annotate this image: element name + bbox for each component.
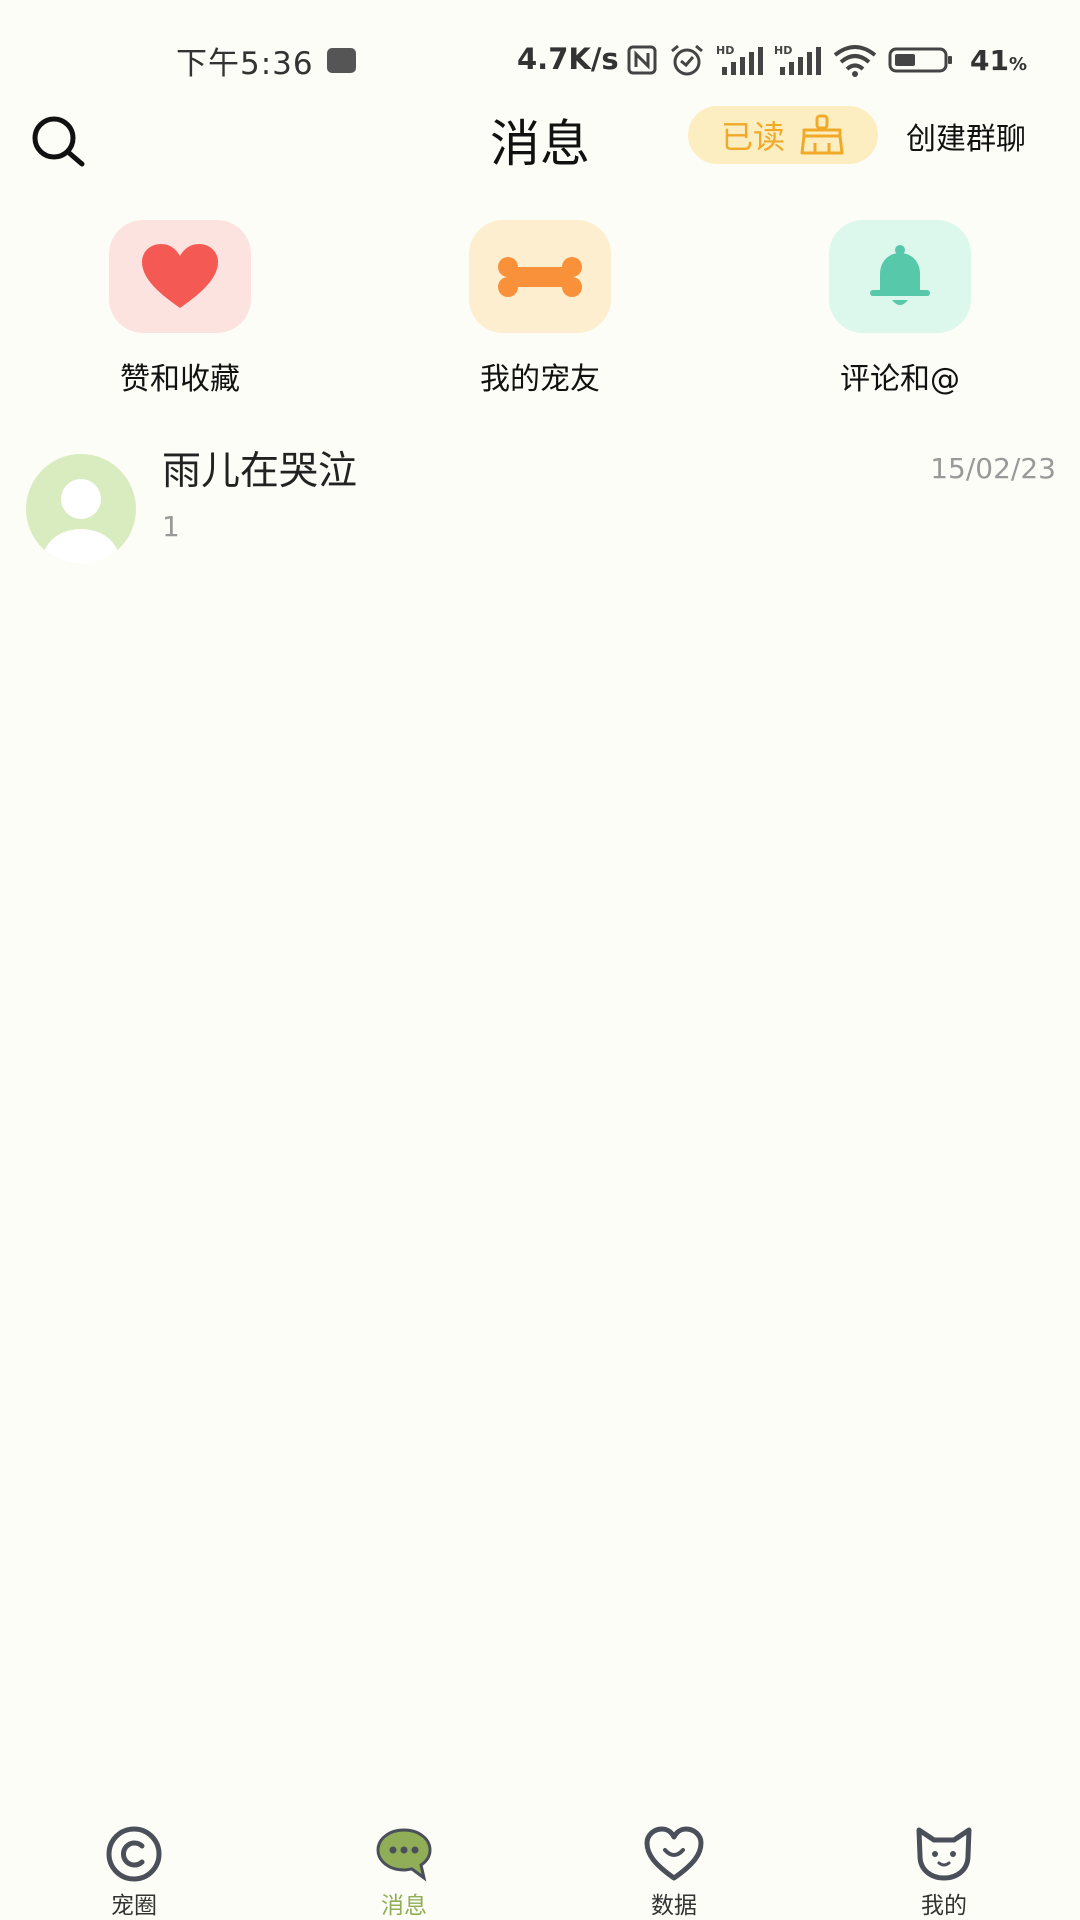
nav-label: 我的 — [921, 1893, 967, 1919]
comments-tile — [829, 220, 971, 333]
nav-item-data[interactable]: 数据 — [594, 1820, 754, 1920]
bottom-navigation: 宠圈 消息 数据 我的 — [0, 1820, 1080, 1920]
quick-entry-comments-mentions[interactable]: 评论和@ — [800, 220, 1000, 400]
nfc-icon — [627, 45, 657, 75]
status-time: 下午5:36 — [176, 46, 314, 82]
status-icons: HD HD — [626, 40, 954, 80]
nav-item-pet-circle[interactable]: 宠圈 — [54, 1820, 214, 1920]
cat-face-icon — [916, 1827, 972, 1881]
search-button[interactable] — [28, 112, 88, 172]
messages-screen: 下午5:36 4.7K/s HD HD 41% 消息 已读 创建群聊 赞和收藏 … — [0, 0, 1080, 1920]
quick-entry-pet-friends[interactable]: 我的宠友 — [440, 220, 640, 400]
quick-entry-label: 我的宠友 — [480, 362, 600, 397]
nav-label: 宠圈 — [111, 1893, 157, 1919]
svg-text:HD: HD — [774, 44, 792, 57]
battery-percent: 41% — [970, 44, 1028, 77]
circle-icon — [106, 1826, 162, 1882]
notification-icon — [327, 48, 356, 73]
search-icon — [32, 116, 85, 167]
quick-entries: 赞和收藏 我的宠友 评论和@ — [0, 220, 1080, 400]
nav-item-messages[interactable]: 消息 — [324, 1820, 484, 1920]
broom-icon — [800, 114, 844, 155]
hd-signal-icon: HD — [774, 44, 821, 75]
pet-friends-tile — [469, 220, 611, 333]
conversation-time: 15/02/23 — [930, 452, 1056, 485]
nav-label: 消息 — [381, 1893, 427, 1919]
bell-icon — [870, 244, 930, 305]
avatar — [26, 454, 136, 564]
default-avatar-icon — [43, 479, 119, 564]
chat-bubble-icon — [376, 1828, 432, 1882]
battery-icon — [888, 47, 952, 73]
likes-tile — [109, 220, 251, 333]
conversation-preview: 1 — [162, 510, 180, 543]
network-speed: 4.7K/s — [517, 42, 619, 76]
nav-label: 数据 — [651, 1893, 697, 1919]
status-bar: 下午5:36 4.7K/s HD HD 41% — [0, 0, 1080, 110]
quick-entry-label: 赞和收藏 — [120, 362, 240, 397]
svg-text:HD: HD — [716, 44, 734, 57]
heart-outline-icon — [644, 1826, 704, 1881]
quick-entry-likes-favorites[interactable]: 赞和收藏 — [80, 220, 280, 400]
conversation-item[interactable]: 雨儿在哭泣 1 15/02/23 — [0, 430, 1080, 570]
alarm-icon — [671, 44, 703, 76]
nav-item-mine[interactable]: 我的 — [864, 1820, 1024, 1920]
conversation-name: 雨儿在哭泣 — [162, 449, 358, 494]
heart-icon — [142, 243, 218, 308]
hd-signal-icon: HD — [716, 44, 763, 75]
bone-icon — [498, 256, 582, 297]
mark-read-button[interactable]: 已读 — [688, 106, 878, 164]
create-group-button[interactable]: 创建群聊 — [906, 114, 1026, 158]
quick-entry-label: 评论和@ — [840, 362, 960, 397]
mark-read-label: 已读 — [720, 118, 785, 156]
header: 消息 已读 创建群聊 — [0, 96, 1080, 196]
wifi-icon — [833, 45, 877, 77]
